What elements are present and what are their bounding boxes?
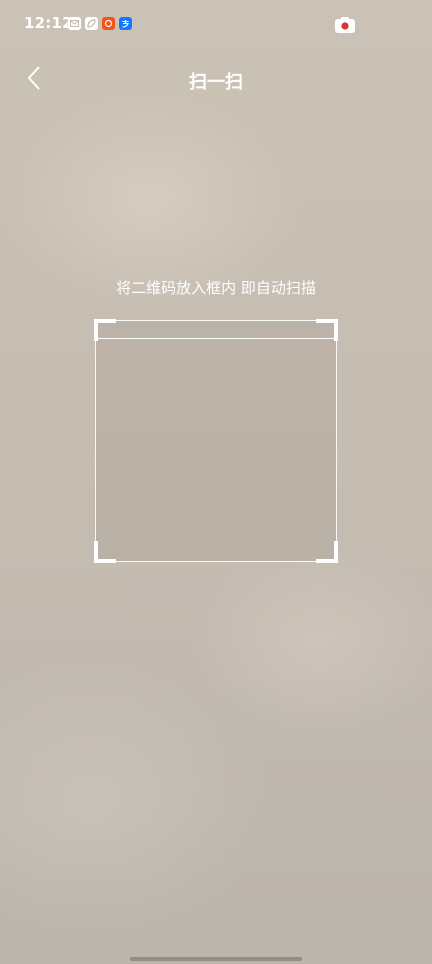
- camera-recording-dot: [341, 22, 349, 30]
- scan-corner-bottom-left: [94, 541, 116, 563]
- status-bar: 12:12: [0, 0, 432, 48]
- header: 扫一扫: [0, 56, 432, 104]
- mail-icon: [68, 17, 81, 30]
- page-title: 扫一扫: [189, 72, 243, 93]
- scan-line: [97, 338, 335, 339]
- status-time: 12:12: [24, 14, 73, 32]
- notification-icons: [68, 17, 132, 30]
- home-indicator[interactable]: [130, 957, 302, 961]
- camera-icon: [334, 16, 356, 34]
- taobao-icon: [102, 17, 115, 30]
- scan-corner-bottom-right: [316, 541, 338, 563]
- scan-corner-top-right: [316, 319, 338, 341]
- scan-frame: [94, 319, 338, 563]
- scanner-screen: 12:12 扫一扫 将二维码放入框内 即自动扫描: [0, 0, 432, 964]
- leaf-icon: [85, 17, 98, 30]
- scan-hint: 将二维码放入框内 即自动扫描: [116, 279, 316, 297]
- scan-corner-top-left: [94, 319, 116, 341]
- alipay-icon: [119, 17, 132, 30]
